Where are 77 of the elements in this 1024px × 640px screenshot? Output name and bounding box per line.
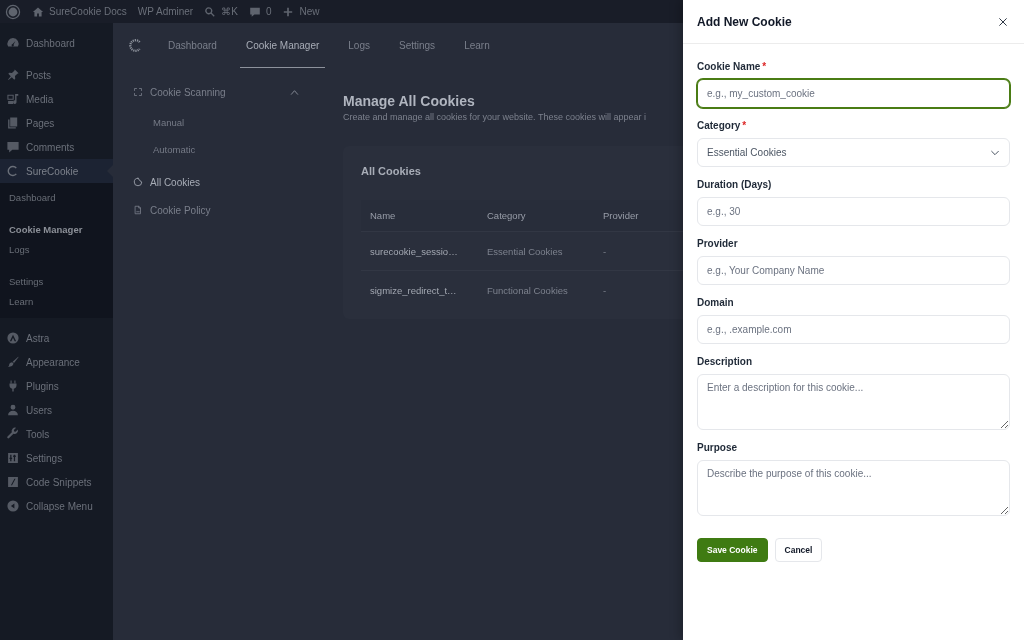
close-icon: [999, 17, 1007, 26]
triangle-logo-icon: [6, 331, 20, 345]
field-label: Purpose: [697, 441, 738, 455]
select-field[interactable]: Essential Cookies: [697, 138, 1010, 167]
collapse-icon: [6, 499, 20, 513]
nav-subitem[interactable]: Automatic: [133, 136, 303, 163]
speech-bubble-icon: [6, 140, 20, 154]
field-label: Provider: [697, 237, 739, 251]
toolbar-link[interactable]: ⌘K: [204, 5, 238, 18]
textarea-field[interactable]: Describe the purpose of this cookie...: [697, 460, 1010, 516]
menu-item[interactable]: Code Snippets: [0, 470, 113, 494]
submenu-item[interactable]: Logs: [0, 240, 113, 260]
menu-item[interactable]: Tools: [0, 422, 113, 446]
card-title: All Cookies: [361, 164, 422, 178]
menu-item[interactable]: Users: [0, 398, 113, 422]
plus-icon: [282, 5, 295, 18]
page-title: Manage All Cookies: [343, 93, 476, 109]
gauge-icon: [6, 36, 20, 50]
menu-item[interactable]: Media: [0, 87, 113, 111]
menu-item[interactable]: Collapse Menu: [0, 494, 113, 518]
sliders-icon: [6, 451, 20, 465]
cookie-icon: [133, 177, 143, 187]
nav-tab[interactable]: Settings: [393, 23, 442, 68]
pin-icon: [6, 68, 20, 82]
nav-tab[interactable]: Cookie Manager: [239, 23, 326, 68]
nav-item[interactable]: All Cookies: [133, 168, 303, 196]
field-label: Duration (Days): [697, 178, 773, 192]
nav-tab[interactable]: Logs: [342, 23, 376, 68]
menu-item[interactable]: Plugins: [0, 374, 113, 398]
table-cell: surecookie_sessio…: [361, 231, 478, 271]
toolbar-link[interactable]: 0: [248, 5, 272, 18]
menu-item[interactable]: SureCookie: [0, 159, 113, 183]
logo-icon[interactable]: [5, 3, 21, 20]
nav-subitem[interactable]: Manual: [133, 109, 303, 136]
nav-tab[interactable]: Dashboard: [162, 23, 223, 68]
menu-item[interactable]: Settings: [0, 446, 113, 470]
submenu-item[interactable]: Settings: [0, 272, 113, 292]
menu-item[interactable]: Comments: [0, 135, 113, 159]
menu-item[interactable]: Appearance: [0, 350, 113, 374]
toolbar-link[interactable]: New: [282, 5, 320, 18]
toolbar-link[interactable]: SureCookie Docs: [32, 5, 127, 18]
document-icon: [133, 205, 143, 215]
wrench-icon: [6, 427, 20, 441]
pages-icon: [6, 116, 20, 130]
brush-icon: [6, 355, 20, 369]
nav-item[interactable]: Cookie Policy: [133, 196, 303, 224]
menu-item[interactable]: Posts: [0, 63, 113, 87]
submenu-item[interactable]: Cookie Manager: [0, 220, 113, 240]
menu-item[interactable]: Astra: [0, 326, 113, 350]
menu-item[interactable]: Pages: [0, 111, 113, 135]
table-cell: sigmize_redirect_t…: [361, 270, 478, 309]
drawer-title: Add New Cookie: [697, 14, 792, 29]
code-icon: [6, 475, 20, 489]
search-icon: [204, 5, 217, 18]
logo-icon[interactable]: [128, 38, 143, 53]
speech-bubble-icon: [248, 5, 261, 18]
submenu-item[interactable]: Learn: [0, 292, 113, 312]
table-cell: Essential Cookies: [478, 231, 594, 271]
input-field[interactable]: e.g., my_custom_cookie: [697, 79, 1010, 108]
submenu-item[interactable]: Dashboard: [0, 188, 113, 208]
menu-item[interactable]: Dashboard: [0, 31, 113, 55]
primary-button[interactable]: Save Cookie: [697, 538, 768, 562]
field-label: Domain: [697, 296, 735, 310]
nav-item[interactable]: Cookie Scanning: [133, 78, 303, 106]
media-icon: [6, 92, 20, 106]
home-icon: [32, 5, 44, 18]
field-label: Description: [697, 355, 753, 369]
scan-frame-icon: [133, 87, 143, 97]
c-logo-icon: [6, 164, 20, 178]
nav-tab[interactable]: Learn: [458, 23, 496, 68]
field-label: Category *: [697, 119, 748, 133]
person-icon: [6, 403, 20, 417]
table-cell: Functional Cookies: [478, 270, 594, 309]
toolbar-link[interactable]: WP Adminer: [137, 6, 194, 17]
field-label: Cookie Name *: [697, 60, 768, 74]
secondary-button[interactable]: Cancel: [774, 538, 823, 562]
textarea-field[interactable]: Enter a description for this cookie...: [697, 374, 1010, 430]
